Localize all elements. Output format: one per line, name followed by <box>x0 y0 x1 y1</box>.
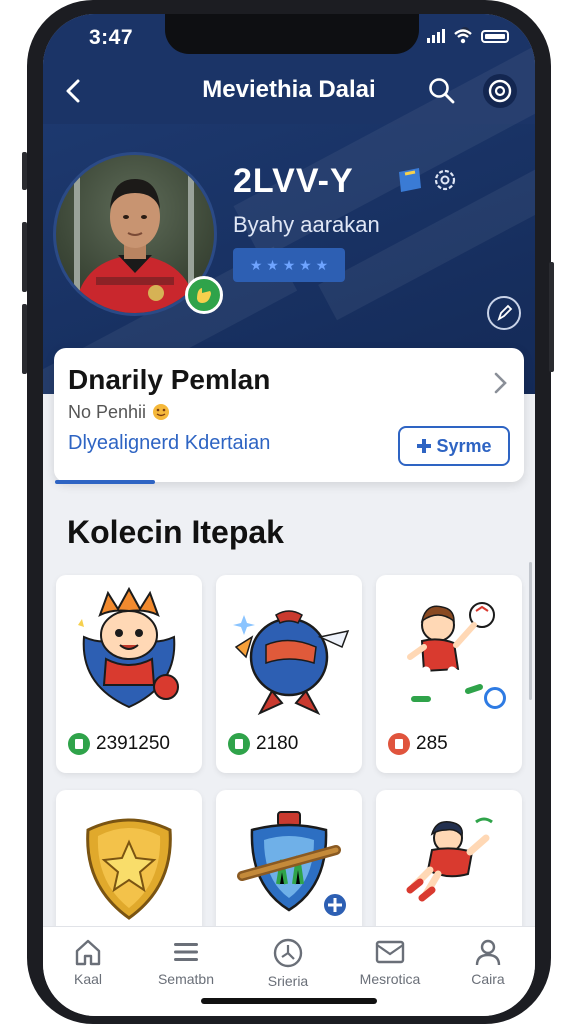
ball-icon <box>273 938 303 968</box>
item-count: 2180 <box>228 733 298 755</box>
card-tab-indicator <box>55 480 155 484</box>
count-badge-icon <box>68 733 90 755</box>
collection-item-ball[interactable]: 2180 <box>216 575 362 773</box>
notch <box>165 14 470 54</box>
profile-username: 2LVV-Y <box>233 162 354 200</box>
status-time: 3:47 <box>89 26 134 49</box>
item-count-value: 2391250 <box>96 733 170 754</box>
collection-item-player[interactable]: 285 <box>376 575 522 773</box>
volume-down-button <box>22 304 27 374</box>
shield-sticker-icon <box>86 818 172 920</box>
item-count-value: 2180 <box>256 733 299 754</box>
mute-switch <box>22 152 27 190</box>
menu-icon <box>174 943 198 961</box>
edit-profile-button[interactable] <box>487 296 521 330</box>
item-count: 2391250 <box>68 733 170 755</box>
mascot-sticker-icon <box>78 586 179 709</box>
search-icon[interactable] <box>427 76 457 106</box>
scrollbar[interactable] <box>529 562 532 700</box>
settings-icon <box>488 79 512 103</box>
tab-label: Srieria <box>267 973 309 989</box>
app-screen: 3:47 Meviethia Dalai 2LVV-Y Byahy aaraka… <box>43 14 535 1016</box>
status-icons <box>427 28 509 44</box>
info-card[interactable]: Dnarily Pemlan No Penhii Dlyealignerd Kd… <box>54 348 524 482</box>
diving-player-sticker-icon <box>406 817 493 902</box>
power-button <box>549 262 554 372</box>
tab-mail[interactable]: Mesrotica <box>345 937 435 987</box>
profile-subtitle: Byahy aarakan <box>233 212 380 237</box>
home-indicator[interactable] <box>201 998 377 1004</box>
rank-stars-text: ★ ★ ★ ★ ★ <box>249 256 329 273</box>
sync-button[interactable]: Syrme <box>398 426 510 466</box>
volume-up-button <box>22 222 27 292</box>
tab-label: Kaal <box>73 971 103 987</box>
plus-icon <box>417 439 432 453</box>
edit-icon <box>497 304 513 322</box>
page-title: Meviethia Dalai <box>202 76 376 103</box>
info-card-title: Dnarily Pemlan <box>68 364 271 395</box>
tab-home[interactable]: Kaal <box>43 937 133 987</box>
verified-badge-icon <box>185 276 223 314</box>
emoji-icon <box>153 404 170 420</box>
chevron-right-icon[interactable] <box>490 370 510 396</box>
settings-button[interactable] <box>483 74 517 108</box>
level-badge-icon <box>399 168 421 192</box>
tab-ball[interactable]: Srieria <box>243 937 333 989</box>
cellular-signal-icon <box>427 29 445 43</box>
add-icon[interactable] <box>322 892 348 918</box>
tab-label: Sematbn <box>157 971 215 987</box>
mail-icon <box>375 940 405 964</box>
wifi-icon <box>454 29 472 44</box>
rank-stars: ★ ★ ★ ★ ★ <box>233 248 345 282</box>
collection-item-mascot[interactable]: 2391250 <box>56 575 202 773</box>
info-card-link[interactable]: Dlyealignerd Kdertaian <box>68 432 270 455</box>
battery-icon <box>481 29 509 43</box>
tab-label: Mesrotica <box>359 971 421 987</box>
count-badge-icon <box>228 733 250 755</box>
home-icon <box>75 939 101 966</box>
tab-menu[interactable]: Sematbn <box>141 937 231 987</box>
profile-header: 3:47 Meviethia Dalai 2LVV-Y Byahy aaraka… <box>43 14 535 394</box>
item-count-value: 285 <box>416 733 448 754</box>
item-count: 285 <box>388 733 448 755</box>
tab-label: Caira <box>471 971 505 987</box>
tab-profile[interactable]: Caira <box>443 937 533 987</box>
sync-button-label: Syrme <box>436 435 492 456</box>
count-badge-icon <box>388 733 410 755</box>
gear-icon <box>434 169 456 191</box>
profile-icon <box>475 939 501 966</box>
select-indicator-icon[interactable] <box>484 687 506 709</box>
ball-sticker-icon <box>233 610 350 716</box>
info-card-subtitle: No Penhii <box>68 402 171 423</box>
info-card-subtitle-text: No Penhii <box>68 402 147 422</box>
collection-title: Kolecin Itepak <box>67 514 284 550</box>
